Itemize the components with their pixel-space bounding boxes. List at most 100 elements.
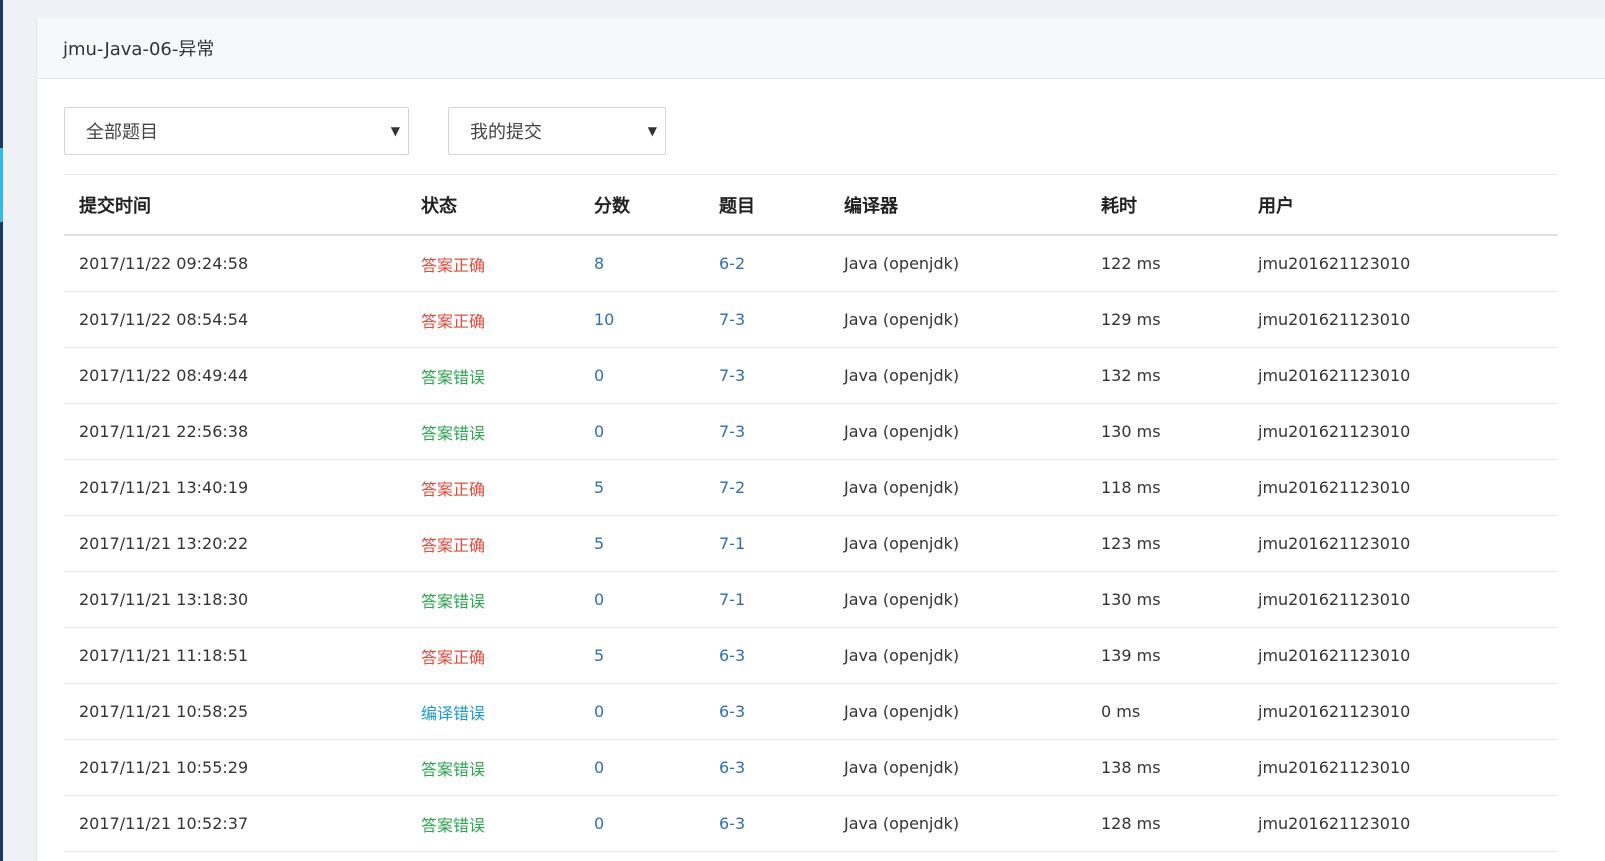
submissions-table: 提交时间 状态 分数 题目 编译器 耗时 用户 2017/11/22 09:24… xyxy=(64,174,1558,852)
cell-score[interactable]: 8 xyxy=(579,254,704,273)
cell-status[interactable]: 答案正确 xyxy=(406,644,579,668)
cell-time: 2017/11/21 13:18:30 xyxy=(79,590,249,609)
cell-time: 2017/11/21 10:52:37 xyxy=(79,814,249,833)
cell-compiler: Java (openjdk) xyxy=(844,814,960,833)
cell-problem[interactable]: 6-3 xyxy=(704,758,829,777)
cell-user: jmu201621123010 xyxy=(1258,646,1411,665)
cell-status[interactable]: 答案错误 xyxy=(406,756,579,780)
table-row: 2017/11/21 13:40:19 答案正确 5 7-2 Java (openjdk… xyxy=(64,460,1558,516)
column-header-score[interactable]: 分数 xyxy=(579,192,704,218)
cell-score[interactable]: 0 xyxy=(579,814,704,833)
cell-problem[interactable]: 7-2 xyxy=(704,478,829,497)
cell-compiler: Java (openjdk) xyxy=(844,646,960,665)
cell-problem[interactable]: 7-3 xyxy=(704,366,829,385)
cell-duration: 139 ms xyxy=(1101,646,1161,665)
cell-problem[interactable]: 6-3 xyxy=(704,814,829,833)
page-title: jmu-Java-06-异常 xyxy=(63,39,215,60)
cell-time: 2017/11/22 08:54:54 xyxy=(79,310,249,329)
table-row: 2017/11/21 13:18:30 答案错误 0 7-1 Java (openjdk… xyxy=(64,572,1558,628)
cell-compiler: Java (openjdk) xyxy=(844,534,960,553)
filter-bar: 全部题目 ▼ 我的提交 ▼ xyxy=(64,107,666,155)
cell-user: jmu201621123010 xyxy=(1258,310,1411,329)
cell-user: jmu201621123010 xyxy=(1258,758,1411,777)
table-body: 2017/11/22 09:24:58 答案正确 8 6-2 Java (openjdk… xyxy=(64,236,1558,852)
cell-time: 2017/11/21 11:18:51 xyxy=(79,646,249,665)
cell-status[interactable]: 答案正确 xyxy=(406,252,579,276)
caret-down-icon: ▼ xyxy=(647,124,657,138)
column-header-compiler[interactable]: 编译器 xyxy=(829,192,1086,218)
table-row: 2017/11/21 10:58:25 编译错误 0 6-3 Java (openjdk… xyxy=(64,684,1558,740)
column-header-time[interactable]: 提交时间 xyxy=(64,192,406,218)
cell-compiler: Java (openjdk) xyxy=(844,310,960,329)
cell-problem[interactable]: 6-3 xyxy=(704,702,829,721)
cell-score[interactable]: 5 xyxy=(579,534,704,553)
cell-problem[interactable]: 7-1 xyxy=(704,590,829,609)
cell-duration: 128 ms xyxy=(1101,814,1161,833)
problem-filter-value: 全部题目 xyxy=(86,122,158,143)
cell-score[interactable]: 0 xyxy=(579,422,704,441)
cell-status[interactable]: 编译错误 xyxy=(406,700,579,724)
cell-user: jmu201621123010 xyxy=(1258,534,1411,553)
cell-problem[interactable]: 7-3 xyxy=(704,422,829,441)
cell-score[interactable]: 5 xyxy=(579,646,704,665)
cell-time: 2017/11/22 09:24:58 xyxy=(79,254,249,273)
cell-status[interactable]: 答案正确 xyxy=(406,476,579,500)
cell-score[interactable]: 0 xyxy=(579,702,704,721)
cell-problem[interactable]: 7-3 xyxy=(704,310,829,329)
column-header-status[interactable]: 状态 xyxy=(406,192,579,218)
cell-duration: 129 ms xyxy=(1101,310,1161,329)
cell-user: jmu201621123010 xyxy=(1258,814,1411,833)
caret-down-icon: ▼ xyxy=(390,124,400,138)
cell-time: 2017/11/21 22:56:38 xyxy=(79,422,249,441)
table-row: 2017/11/21 10:55:29 答案错误 0 6-3 Java (openjdk… xyxy=(64,740,1558,796)
table-row: 2017/11/22 08:54:54 答案正确 10 7-3 Java (openjd… xyxy=(64,292,1558,348)
table-header-row: 提交时间 状态 分数 题目 编译器 耗时 用户 xyxy=(64,175,1558,236)
cell-user: jmu201621123010 xyxy=(1258,254,1411,273)
submissions-panel: jmu-Java-06-异常 全部题目 ▼ 我的提交 ▼ 提交时间 状态 分数 … xyxy=(36,18,1605,861)
column-header-problem[interactable]: 题目 xyxy=(704,192,829,218)
cell-time: 2017/11/21 13:20:22 xyxy=(79,534,249,553)
cell-score[interactable]: 5 xyxy=(579,478,704,497)
cell-status[interactable]: 答案正确 xyxy=(406,308,579,332)
cell-problem[interactable]: 7-1 xyxy=(704,534,829,553)
cell-time: 2017/11/22 08:49:44 xyxy=(79,366,249,385)
cell-score[interactable]: 0 xyxy=(579,366,704,385)
panel-header: jmu-Java-06-异常 xyxy=(37,18,1605,79)
cell-compiler: Java (openjdk) xyxy=(844,758,960,777)
cell-time: 2017/11/21 10:58:25 xyxy=(79,702,249,721)
table-row: 2017/11/21 11:18:51 答案正确 5 6-3 Java (openjdk… xyxy=(64,628,1558,684)
cell-compiler: Java (openjdk) xyxy=(844,366,960,385)
cell-score[interactable]: 0 xyxy=(579,590,704,609)
cell-duration: 118 ms xyxy=(1101,478,1161,497)
cell-compiler: Java (openjdk) xyxy=(844,590,960,609)
sidebar-active-indicator xyxy=(0,148,3,222)
cell-duration: 138 ms xyxy=(1101,758,1161,777)
table-row: 2017/11/21 22:56:38 答案错误 0 7-3 Java (openjdk… xyxy=(64,404,1558,460)
cell-duration: 0 ms xyxy=(1101,702,1141,721)
cell-user: jmu201621123010 xyxy=(1258,422,1411,441)
cell-status[interactable]: 答案正确 xyxy=(406,532,579,556)
cell-duration: 130 ms xyxy=(1101,590,1161,609)
cell-score[interactable]: 0 xyxy=(579,758,704,777)
table-row: 2017/11/22 09:24:58 答案正确 8 6-2 Java (openjdk… xyxy=(64,236,1558,292)
cell-duration: 122 ms xyxy=(1101,254,1161,273)
cell-user: jmu201621123010 xyxy=(1258,702,1411,721)
submitter-filter-value: 我的提交 xyxy=(470,122,542,143)
cell-compiler: Java (openjdk) xyxy=(844,422,960,441)
table-row: 2017/11/22 08:49:44 答案错误 0 7-3 Java (openjdk… xyxy=(64,348,1558,404)
cell-status[interactable]: 答案错误 xyxy=(406,364,579,388)
cell-status[interactable]: 答案错误 xyxy=(406,588,579,612)
table-row: 2017/11/21 13:20:22 答案正确 5 7-1 Java (openjdk… xyxy=(64,516,1558,572)
cell-status[interactable]: 答案错误 xyxy=(406,812,579,836)
cell-status[interactable]: 答案错误 xyxy=(406,420,579,444)
problem-filter-select[interactable]: 全部题目 ▼ xyxy=(64,107,409,155)
submitter-filter-select[interactable]: 我的提交 ▼ xyxy=(448,107,666,155)
cell-score[interactable]: 10 xyxy=(579,310,704,329)
cell-problem[interactable]: 6-3 xyxy=(704,646,829,665)
cell-compiler: Java (openjdk) xyxy=(844,478,960,497)
cell-time: 2017/11/21 10:55:29 xyxy=(79,758,249,777)
column-header-duration[interactable]: 耗时 xyxy=(1086,192,1243,218)
column-header-user[interactable]: 用户 xyxy=(1243,192,1558,218)
cell-problem[interactable]: 6-2 xyxy=(704,254,829,273)
cell-duration: 123 ms xyxy=(1101,534,1161,553)
